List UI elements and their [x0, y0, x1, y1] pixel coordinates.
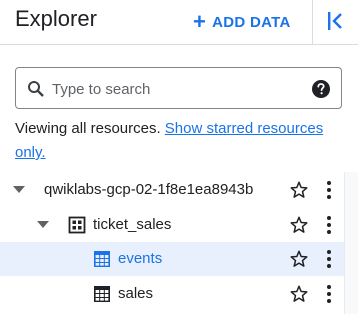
table-label: sales	[118, 285, 154, 302]
more-options-icon[interactable]	[325, 249, 333, 269]
search-icon	[28, 81, 44, 97]
more-options-icon[interactable]	[325, 215, 333, 235]
more-options-icon[interactable]	[325, 284, 333, 304]
table-icon	[94, 286, 110, 302]
star-icon[interactable]	[289, 249, 309, 269]
add-data-button[interactable]: + ADD DATA	[193, 10, 291, 34]
tree-row-project[interactable]: qwiklabs-gcp-02-1f8e1ea8943b	[0, 173, 344, 207]
tree-row-dataset[interactable]: ticket_sales	[0, 208, 344, 242]
explorer-header: Explorer + ADD DATA	[0, 0, 358, 44]
expand-caret-icon[interactable]	[13, 186, 25, 193]
search-input[interactable]	[52, 78, 302, 100]
star-icon[interactable]	[289, 215, 309, 235]
project-label: qwiklabs-gcp-02-1f8e1ea8943b	[44, 181, 254, 198]
more-options-icon[interactable]	[325, 180, 333, 200]
info-text: Viewing all resources.	[15, 120, 165, 137]
expand-caret-icon[interactable]	[37, 221, 49, 228]
scrollbar-gutter[interactable]	[344, 172, 358, 314]
add-data-label: ADD DATA	[212, 13, 291, 31]
header-bottom-divider	[0, 44, 358, 45]
star-icon[interactable]	[289, 180, 309, 200]
collapse-panel-icon[interactable]	[326, 10, 344, 32]
dataset-label: ticket_sales	[93, 216, 172, 233]
search-box	[15, 67, 342, 109]
table-icon	[94, 251, 110, 267]
tree-row-table[interactable]: sales	[0, 277, 344, 311]
dataset-icon	[68, 216, 86, 234]
header-divider	[312, 0, 313, 44]
resource-filter-info: Viewing all resources. Show starred reso…	[15, 117, 345, 165]
help-icon[interactable]	[311, 79, 331, 99]
plus-icon: +	[193, 9, 207, 34]
table-label: events	[118, 250, 163, 267]
panel-title: Explorer	[15, 6, 97, 31]
tree-row-table[interactable]: events	[0, 242, 344, 276]
star-icon[interactable]	[289, 284, 309, 304]
